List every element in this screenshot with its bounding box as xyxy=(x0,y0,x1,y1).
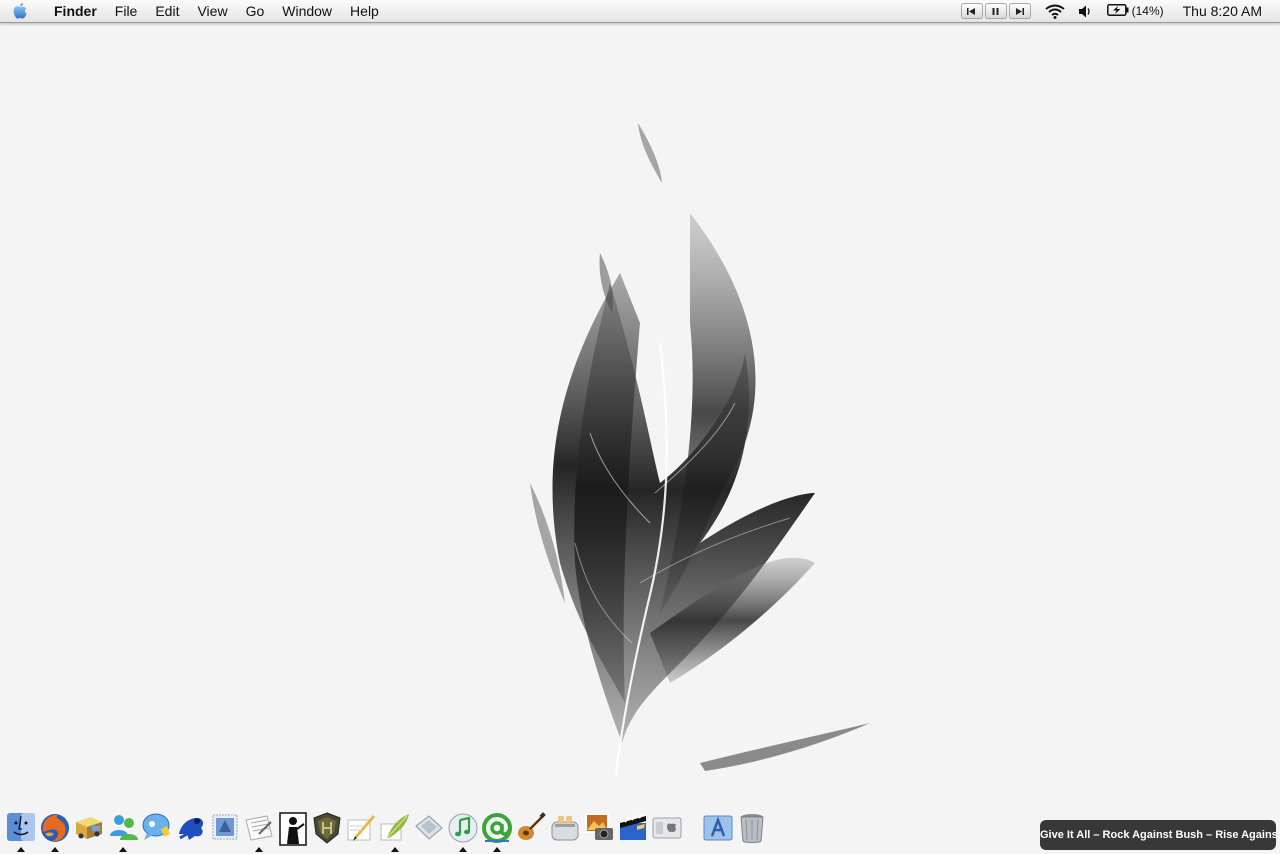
apple-logo-icon[interactable] xyxy=(0,0,40,22)
dock-item-feather-app[interactable] xyxy=(378,806,412,852)
dock-item-iphoto[interactable] xyxy=(582,806,616,852)
menu-window[interactable]: Window xyxy=(273,0,341,22)
menu-help[interactable]: Help xyxy=(341,0,388,22)
dock-item-imovie[interactable] xyxy=(616,806,650,852)
dock xyxy=(4,804,769,852)
dock-item-messenger[interactable] xyxy=(106,806,140,852)
feather-wallpaper xyxy=(530,123,870,776)
menu-clock[interactable]: Thu 8:20 AM xyxy=(1171,3,1280,19)
dock-item-finder[interactable] xyxy=(4,806,38,852)
quill-icon xyxy=(380,814,409,841)
dock-item-toast[interactable] xyxy=(548,806,582,852)
dock-item-textedit[interactable] xyxy=(242,806,276,852)
wifi-icon[interactable] xyxy=(1038,0,1072,22)
running-indicator xyxy=(255,847,263,852)
clapperboard-icon xyxy=(620,813,646,840)
menu-view[interactable]: View xyxy=(188,0,236,22)
itunes-note-icon xyxy=(448,813,478,843)
dock-item-itunes[interactable] xyxy=(446,806,480,852)
menu-app-name[interactable]: Finder xyxy=(40,0,106,22)
desktop[interactable]: Finder File Edit View Go Window Help (14… xyxy=(0,0,1280,854)
battery-charging-icon xyxy=(1106,3,1129,19)
menu-file[interactable]: File xyxy=(106,0,147,22)
dock-item-garageband[interactable] xyxy=(514,806,548,852)
finder-icon xyxy=(7,813,35,841)
dock-item-ichat[interactable] xyxy=(140,806,174,852)
dock-item-system-preferences[interactable] xyxy=(650,806,684,852)
now-playing-notification[interactable]: Give It All – Rock Against Bush – Rise A… xyxy=(1040,820,1276,850)
menu-go[interactable]: Go xyxy=(237,0,274,22)
dock-separator xyxy=(692,812,693,846)
volume-icon[interactable] xyxy=(1072,0,1100,22)
applications-folder-icon xyxy=(703,815,733,841)
menu-edit[interactable]: Edit xyxy=(146,0,188,22)
pause-icon[interactable] xyxy=(984,3,1007,19)
running-indicator xyxy=(391,847,399,852)
dock-item-preview[interactable] xyxy=(412,806,446,852)
next-track-icon[interactable] xyxy=(1008,3,1031,19)
running-indicator xyxy=(17,847,25,852)
dock-item-firefox[interactable] xyxy=(38,806,72,852)
firefox-icon xyxy=(41,814,69,842)
dock-item-mail[interactable] xyxy=(208,806,242,852)
running-indicator xyxy=(493,847,501,852)
pen-paper-icon xyxy=(347,815,375,841)
toaster-icon xyxy=(551,816,579,841)
apple-panel-icon xyxy=(652,817,682,839)
battery-status[interactable]: (14%) xyxy=(1100,0,1171,22)
photo-camera-icon xyxy=(585,813,613,840)
running-indicator xyxy=(51,847,59,852)
shield-emblem-icon xyxy=(313,812,341,844)
running-indicator xyxy=(119,847,127,852)
dock-item-halo[interactable] xyxy=(310,806,344,852)
dock-item-frogblast[interactable] xyxy=(174,806,208,852)
mail-stamp-icon xyxy=(212,814,238,840)
media-controls xyxy=(960,3,1032,19)
trash-can-icon xyxy=(740,814,764,843)
dock-item-transmit[interactable] xyxy=(72,806,106,852)
dock-item-pages[interactable] xyxy=(344,806,378,852)
dock-item-max-payne[interactable] xyxy=(276,806,310,852)
delivery-truck-icon xyxy=(76,817,102,839)
running-indicator xyxy=(459,847,467,852)
dock-item-trash[interactable] xyxy=(735,806,769,852)
text-document-icon xyxy=(245,815,273,841)
previous-track-icon[interactable] xyxy=(960,3,983,19)
battery-percent: (14%) xyxy=(1131,4,1164,18)
blue-frog-icon xyxy=(179,818,204,840)
game-figure-icon xyxy=(279,812,307,846)
menu-bar: Finder File Edit View Go Window Help (14… xyxy=(0,0,1280,23)
guitar-icon xyxy=(518,812,546,840)
chat-bubble-icon xyxy=(142,813,170,840)
dock-item-adium[interactable] xyxy=(480,806,514,852)
now-playing-text: Give It All – Rock Against Bush – Rise A… xyxy=(1040,829,1276,841)
dock-item-applications[interactable] xyxy=(701,806,735,852)
messenger-buddy-icon xyxy=(110,815,138,840)
green-at-sign-icon xyxy=(482,813,512,843)
glass-slide-icon xyxy=(415,815,443,840)
